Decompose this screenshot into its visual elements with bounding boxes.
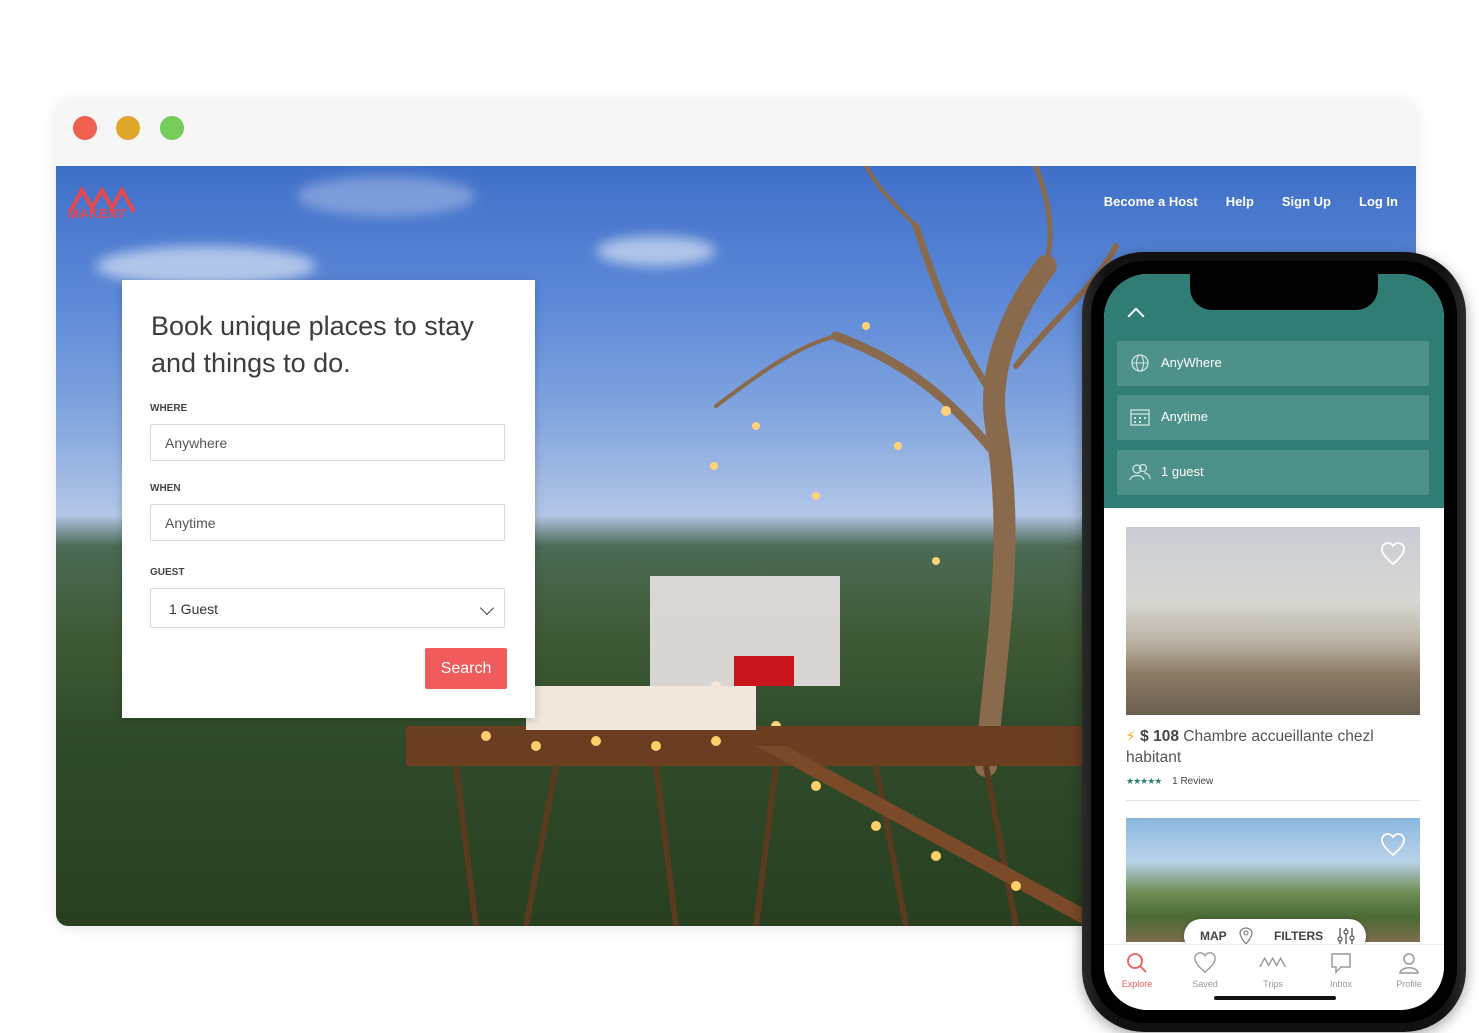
bottom-tab-bar: Explore Saved Trips Inbox Profile (1104, 944, 1444, 1010)
become-host-link[interactable]: Become a Host (1104, 194, 1198, 209)
listing-photo[interactable] (1126, 527, 1420, 715)
sign-up-link[interactable]: Sign Up (1282, 194, 1331, 209)
listing-rating: ★★★★★ 1 Review (1126, 776, 1213, 787)
guest-filter-label: 1 guest (1161, 464, 1204, 479)
where-filter-label: AnyWhere (1161, 355, 1222, 370)
chevron-down-icon (479, 600, 495, 616)
star-rating-icon: ★★★★★ (1126, 776, 1162, 786)
search-icon (1127, 953, 1147, 973)
heart-icon (1194, 952, 1216, 974)
logo-text: MAKENT (68, 206, 127, 221)
chat-bubble-icon (1331, 953, 1351, 974)
user-icon (1399, 953, 1419, 974)
help-link[interactable]: Help (1226, 194, 1254, 209)
chevron-up-icon[interactable] (1127, 307, 1145, 325)
when-input[interactable]: Anytime (150, 504, 505, 541)
tab-saved[interactable]: Saved (1175, 951, 1235, 989)
top-nav: Become a Host Help Sign Up Log In (1104, 194, 1398, 209)
where-input[interactable]: Anywhere (150, 424, 505, 461)
tab-trips[interactable]: Trips (1243, 951, 1303, 989)
tab-explore[interactable]: Explore (1107, 951, 1167, 989)
heart-icon[interactable] (1380, 541, 1406, 567)
sliders-icon (1337, 928, 1355, 944)
when-filter[interactable]: Anytime (1117, 395, 1429, 440)
minimize-window-button[interactable] (116, 116, 140, 140)
map-pin-icon (1239, 927, 1253, 945)
lightning-icon: ⚡ (1126, 728, 1136, 744)
search-button[interactable]: Search (425, 648, 507, 689)
search-heading: Book unique places to stay and things to… (151, 311, 474, 378)
filters-button[interactable]: FILTERS (1274, 929, 1323, 943)
where-label: WHERE (150, 403, 188, 414)
log-in-link[interactable]: Log In (1359, 194, 1398, 209)
phone-screen: AnyWhere Anytime 1 guest ⚡ $ 108 Chambre… (1104, 274, 1444, 1010)
globe-icon (1131, 354, 1149, 372)
review-count: 1 Review (1172, 776, 1214, 787)
tab-profile[interactable]: Profile (1379, 951, 1439, 989)
makent-logo-icon (1259, 956, 1287, 968)
home-indicator[interactable] (1214, 996, 1336, 1000)
phone-notch (1190, 274, 1378, 310)
guests-icon (1129, 463, 1151, 481)
close-window-button[interactable] (73, 116, 97, 140)
maximize-window-button[interactable] (160, 116, 184, 140)
calendar-icon (1130, 409, 1150, 426)
tab-inbox[interactable]: Inbox (1311, 951, 1371, 989)
search-card: Book unique places to stay and things to… (122, 280, 535, 718)
listing-title[interactable]: ⚡ $ 108 Chambre accueillante chezl habit… (1126, 726, 1426, 768)
guest-select-value: 1 Guest (169, 601, 219, 617)
browser-titlebar (56, 100, 1416, 167)
map-button[interactable]: MAP (1200, 929, 1227, 943)
phone-mockup: AnyWhere Anytime 1 guest ⚡ $ 108 Chambre… (1082, 252, 1466, 1032)
heart-icon[interactable] (1380, 832, 1406, 858)
guest-filter[interactable]: 1 guest (1117, 450, 1429, 495)
where-filter[interactable]: AnyWhere (1117, 341, 1429, 386)
when-label: WHEN (150, 483, 181, 494)
guest-label: GUEST (150, 567, 185, 578)
guest-select[interactable]: 1 Guest (150, 588, 505, 628)
listing-price: $ 108 (1140, 728, 1179, 745)
when-filter-label: Anytime (1161, 409, 1208, 424)
